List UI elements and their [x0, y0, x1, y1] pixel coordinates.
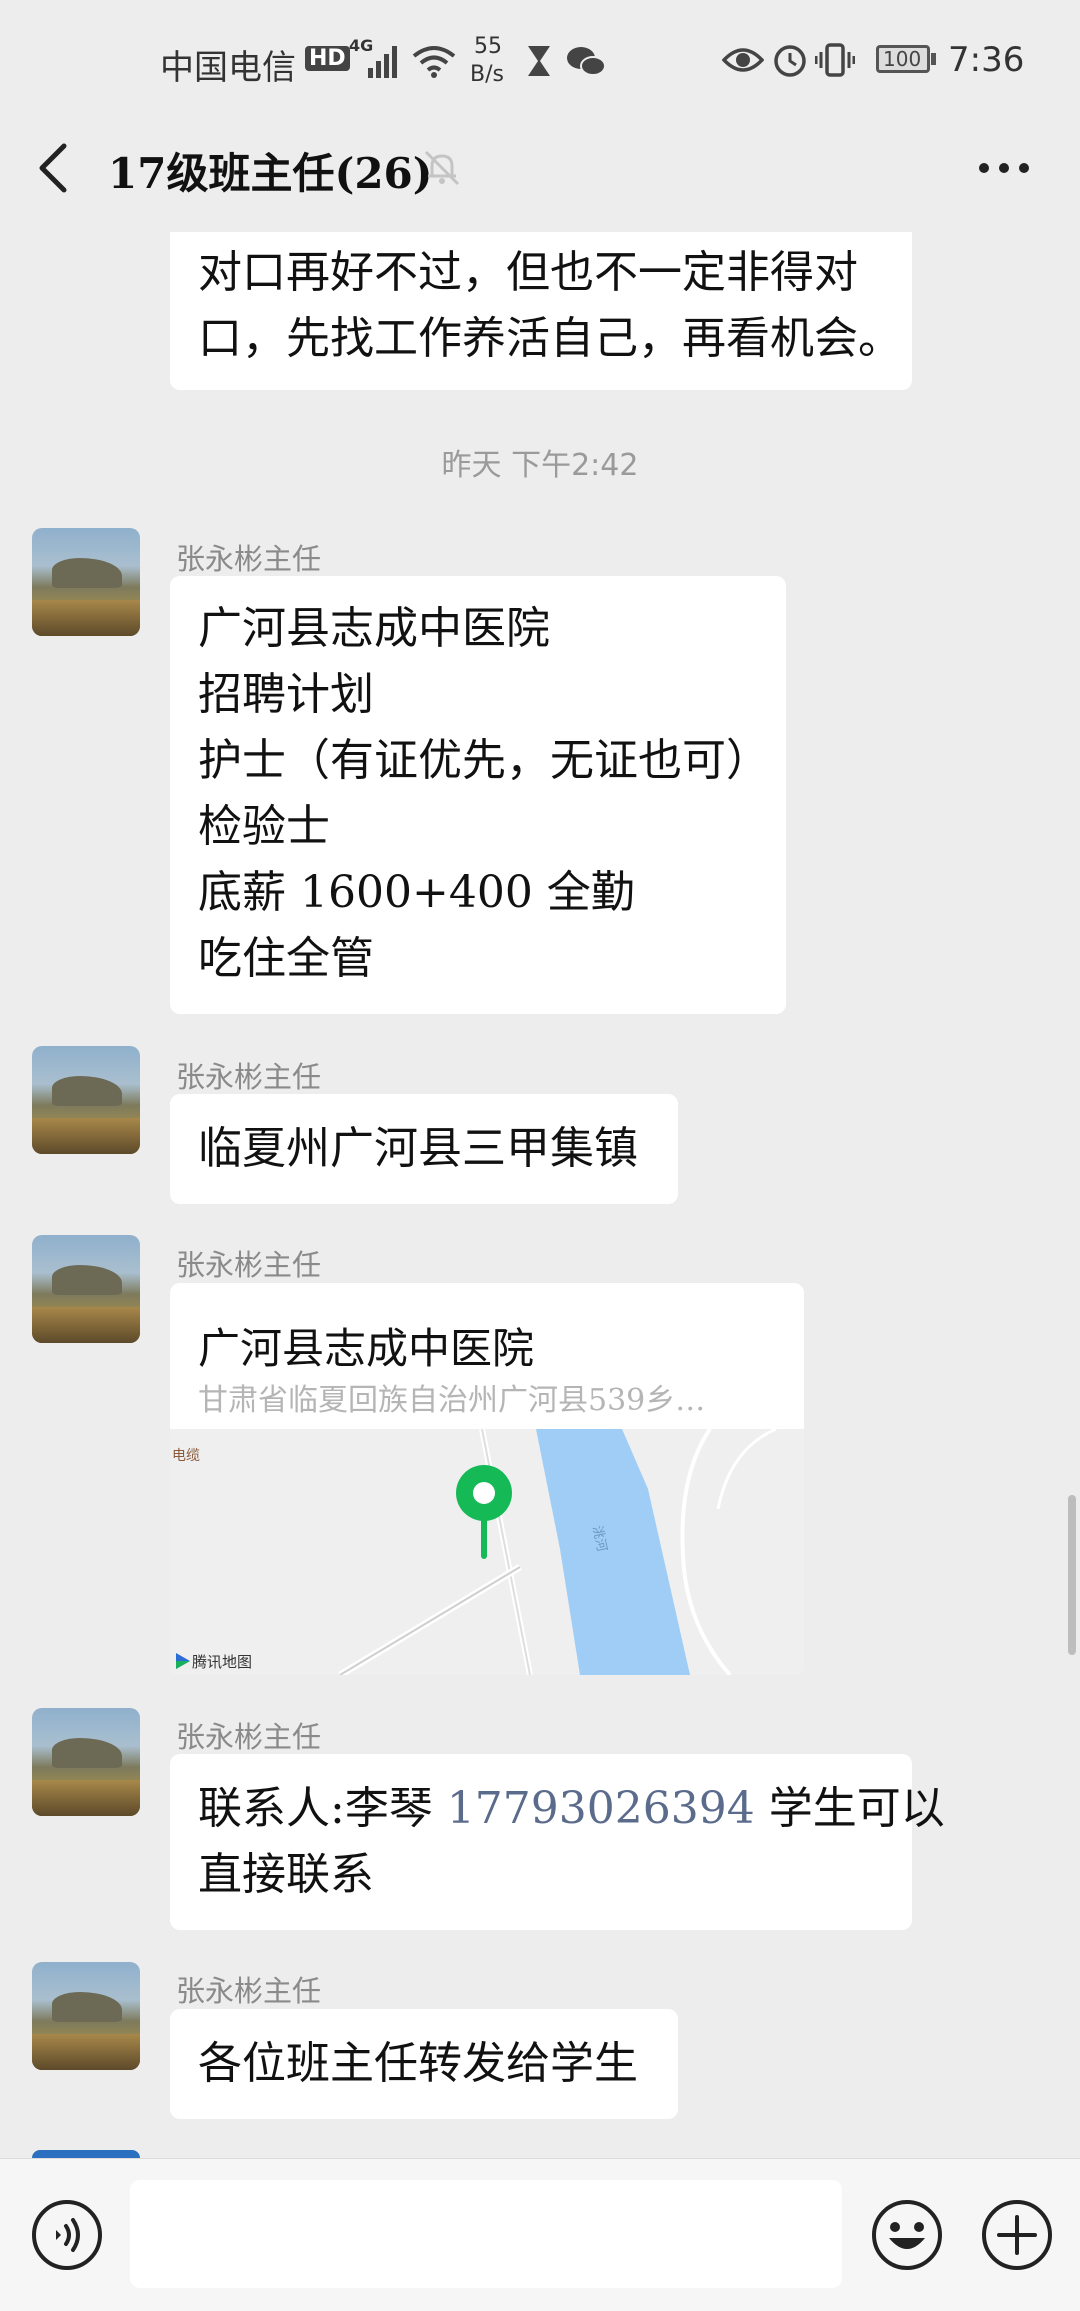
sender-name: 张永彬主任 — [176, 1060, 322, 1094]
carrier-label: 中国电信 — [160, 48, 296, 88]
message-text: 招聘计划 — [198, 669, 374, 720]
phone-number-link[interactable]: 17793026394 — [447, 1783, 755, 1834]
message-text: 底薪 1600+400 全勤 — [198, 867, 635, 918]
battery-level: 100 — [883, 47, 922, 71]
battery-tip — [931, 53, 936, 65]
message-line: 联系人:李琴 17793026394 学生可以 — [198, 1776, 945, 1842]
voice-icon[interactable] — [30, 2198, 104, 2272]
location-name: 广河县志成中医院 — [198, 1324, 535, 1373]
timestamp: 昨天 下午2:42 — [441, 448, 639, 483]
status-bar: 中国电信 HD 4G 55 B/s 100 7:36 — [0, 0, 1080, 120]
message-bubble: 联系人:李琴 17793026394 学生可以 直接联系 — [170, 1754, 945, 1930]
map-pin-icon — [456, 1465, 512, 1559]
alarm-icon — [774, 45, 806, 77]
speed-unit: B/s — [470, 62, 504, 87]
message-text: 临夏州广河县三甲集镇 — [198, 1123, 638, 1174]
scrollbar[interactable] — [1068, 1495, 1076, 1655]
sender-name: 张永彬主任 — [176, 1974, 322, 2008]
message-text: 直接联系 — [198, 1849, 374, 1900]
message-bubble: 对口再好不过，但也不一定非得对 口，先找工作养活自己，再看机会。 — [170, 232, 912, 390]
message-text: 各位班主任转发给学生 — [198, 2038, 638, 2089]
sender-name: 张永彬主任 — [176, 542, 322, 576]
avatar[interactable] — [32, 1708, 140, 1816]
sender-name: 张永彬主任 — [176, 1248, 322, 1282]
clock: 7:36 — [948, 40, 1025, 80]
speed-value: 55 — [474, 34, 502, 59]
tencent-map-logo-icon — [176, 1653, 190, 1669]
back-arrow-icon[interactable] — [34, 140, 74, 196]
avatar[interactable] — [32, 1235, 140, 1343]
avatar[interactable] — [32, 1962, 140, 2070]
eye-icon — [722, 48, 764, 72]
message-text: 吃住全管 — [198, 933, 374, 984]
message-bubble: 各位班主任转发给学生 — [170, 2009, 678, 2119]
page-title: 17级班主任(26) — [108, 149, 433, 198]
message-input[interactable] — [130, 2180, 842, 2288]
plus-icon[interactable] — [980, 2198, 1054, 2272]
bell-muted-icon — [424, 150, 460, 186]
vibrate-icon — [815, 43, 855, 77]
sender-name: 张永彬主任 — [176, 1720, 322, 1754]
map-label: 电缆 — [172, 1448, 200, 1464]
message-bubble: 临夏州广河县三甲集镇 — [170, 1094, 678, 1204]
avatar-partial — [32, 2150, 140, 2158]
message-text: 口，先找工作养活自己，再看机会。 — [198, 313, 902, 364]
message-text: 对口再好不过，但也不一定非得对 — [198, 247, 858, 298]
wifi-icon — [412, 46, 456, 78]
message-text: 护士（有证优先，无证也可） — [198, 735, 770, 786]
message-text: 检验士 — [198, 801, 330, 852]
avatar[interactable] — [32, 1046, 140, 1154]
more-dots-icon[interactable] — [976, 158, 1032, 178]
hd-badge: HD — [305, 46, 350, 71]
location-address: 甘肃省临夏回族自治州广河县539乡… — [198, 1383, 706, 1418]
location-card[interactable]: 广河县志成中医院 甘肃省临夏回族自治州广河县539乡… 电缆 洮河 腾讯地图 — [170, 1283, 804, 1675]
wechat-icon — [567, 47, 606, 76]
contact-suffix: 学生可以 — [754, 1783, 945, 1834]
map-preview[interactable]: 电缆 洮河 腾讯地图 — [170, 1429, 804, 1675]
message-bubble: 广河县志成中医院 招聘计划 护士（有证优先，无证也可） 检验士 底薪 1600+… — [170, 576, 786, 1014]
signal-icon — [368, 46, 397, 78]
hourglass-icon — [528, 46, 550, 76]
contact-prefix: 联系人:李琴 — [198, 1783, 447, 1834]
battery-icon: 100 — [876, 45, 930, 73]
map-provider-label: 腾讯地图 — [192, 1653, 253, 1671]
avatar[interactable] — [32, 528, 140, 636]
message-text: 广河县志成中医院 — [198, 603, 550, 654]
emoji-icon[interactable] — [870, 2198, 944, 2272]
